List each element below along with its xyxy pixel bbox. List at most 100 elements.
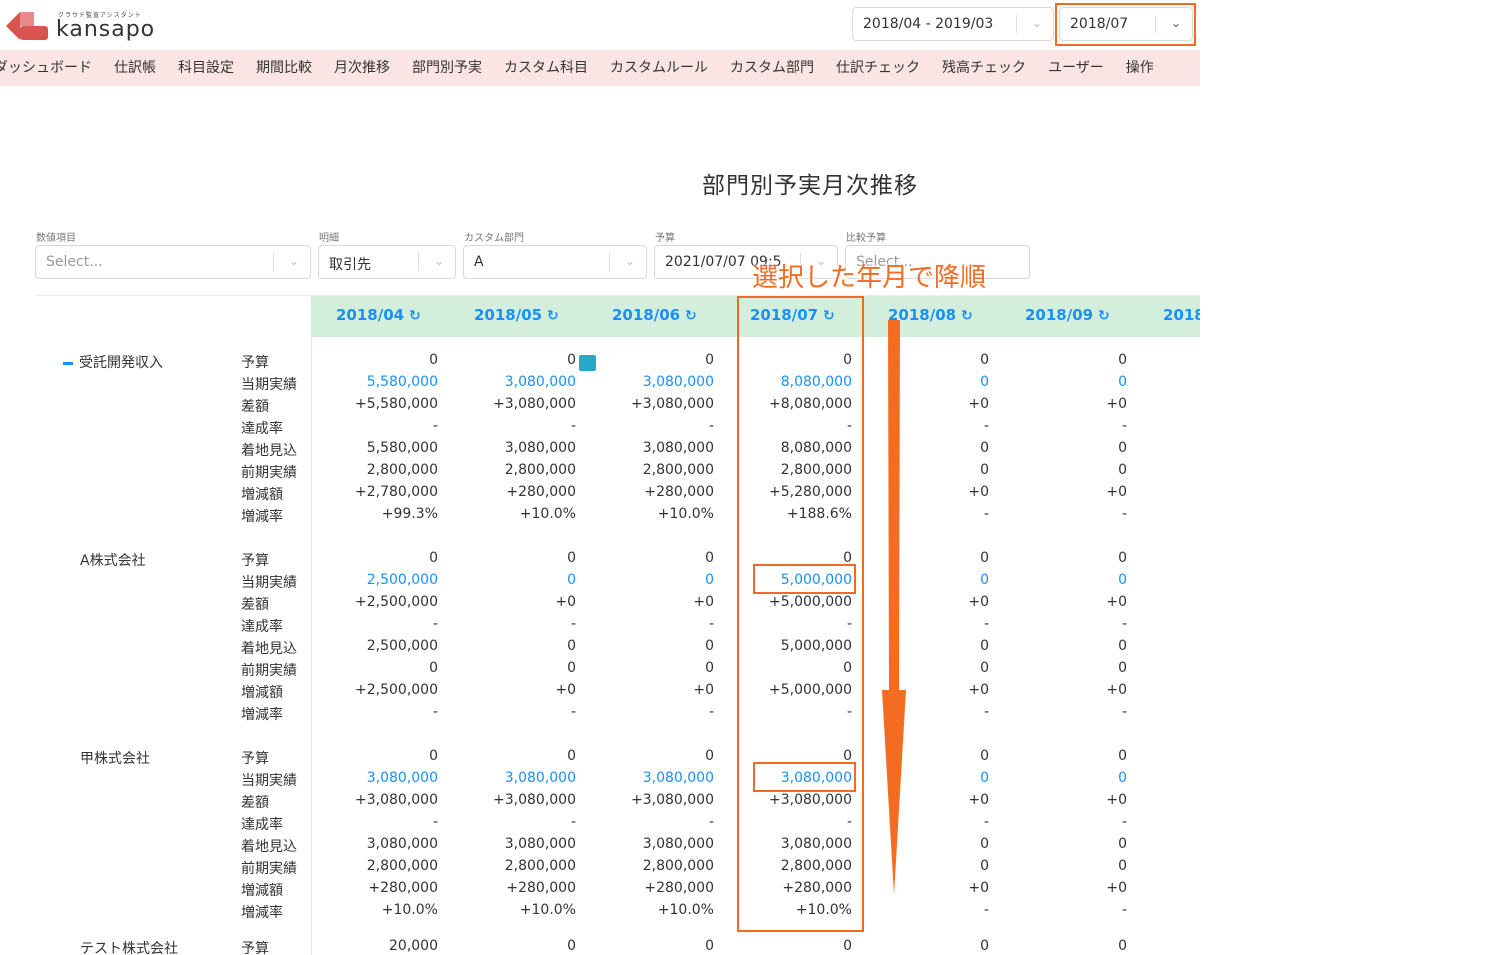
- row-label: 当期実績: [241, 376, 297, 393]
- actual-value-link[interactable]: 0: [987, 572, 1127, 588]
- nav-item[interactable]: 操作: [1126, 50, 1154, 86]
- table-cell: -: [983, 417, 989, 434]
- table-cell: -: [983, 615, 989, 632]
- table-cell: 0: [1118, 550, 1127, 566]
- period-range-select[interactable]: 2018/04 - 2019/03 ⌄: [852, 7, 1054, 41]
- refresh-icon[interactable]: ↻: [956, 308, 973, 324]
- row-label: 当期実績: [241, 772, 297, 789]
- actual-value-link[interactable]: 0: [987, 374, 1127, 390]
- refresh-icon[interactable]: ↻: [680, 308, 697, 324]
- actual-value-link[interactable]: 0: [849, 770, 989, 786]
- month-header[interactable]: 2018/05 ↻: [474, 306, 559, 324]
- table-cell: +0: [1106, 879, 1127, 896]
- table-cell: 3,080,000: [504, 439, 576, 456]
- chevron-down-icon[interactable]: ⌄: [1032, 16, 1042, 30]
- page-title: 部門別予実月次推移: [702, 173, 918, 199]
- actual-value-link[interactable]: 0: [574, 572, 714, 588]
- nav-item[interactable]: 仕訳帳: [114, 50, 156, 86]
- table-cell: -: [708, 703, 714, 720]
- detail-select[interactable]: 取引先 ⌄: [318, 245, 456, 279]
- actual-value-link[interactable]: 5,580,000: [298, 374, 438, 390]
- nav-item[interactable]: 月次推移: [334, 50, 390, 86]
- month-header[interactable]: 2018/04 ↻: [336, 306, 421, 324]
- month-header-label: 2018/04: [336, 306, 405, 324]
- row-label: 差額: [241, 398, 269, 415]
- refresh-icon[interactable]: ↻: [1093, 308, 1110, 324]
- table-cell: +2,500,000: [355, 681, 438, 698]
- refresh-icon[interactable]: ↻: [542, 308, 559, 324]
- table-cell: +3,080,000: [493, 791, 576, 808]
- nav-item[interactable]: 残高チェック: [942, 50, 1026, 86]
- group-name[interactable]: 受託開発収入: [63, 352, 163, 372]
- table-cell: -: [570, 813, 576, 830]
- month-select-highlight: [1055, 3, 1196, 46]
- filter-label-value-item: 数値項目: [36, 233, 76, 244]
- actual-value-link[interactable]: 0: [987, 770, 1127, 786]
- table-cell: +3,080,000: [631, 395, 714, 412]
- nav-item[interactable]: カスタム科目: [504, 50, 588, 86]
- nav-item[interactable]: 期間比較: [256, 50, 312, 86]
- period-range-value: 2018/04 - 2019/03: [863, 16, 994, 32]
- table-cell: +0: [693, 681, 714, 698]
- nav-item[interactable]: カスタムルール: [610, 50, 708, 86]
- nav-item[interactable]: 科目設定: [178, 50, 234, 86]
- actual-value-link[interactable]: 0: [849, 374, 989, 390]
- table-cell: +0: [1106, 791, 1127, 808]
- table-cell: -: [708, 615, 714, 632]
- table-cell: +280,000: [506, 879, 576, 896]
- table-cell: 0: [980, 637, 989, 654]
- row-label: 着地見込: [241, 838, 297, 855]
- table-cell: +3,080,000: [631, 791, 714, 808]
- table-cell: +10.0%: [519, 505, 576, 522]
- actual-value-link[interactable]: 2,500,000: [298, 572, 438, 588]
- month-header[interactable]: 2018/09 ↻: [1025, 306, 1110, 324]
- month-header[interactable]: 2018/06 ↻: [612, 306, 697, 324]
- table-cell: 0: [1118, 461, 1127, 478]
- actual-value-link[interactable]: 0: [849, 572, 989, 588]
- table-cell: 5,580,000: [366, 439, 438, 456]
- table-cell: +0: [968, 681, 989, 698]
- month-header[interactable]: 2018: [1163, 306, 1200, 324]
- custom-dept-select[interactable]: A ⌄: [463, 245, 647, 279]
- table-cell: +0: [693, 593, 714, 610]
- table-cell: 0: [705, 748, 714, 764]
- table-cell: 0: [980, 352, 989, 368]
- nav-item[interactable]: ダッシュボード: [0, 50, 92, 86]
- table-cell: 0: [429, 550, 438, 566]
- note-icon[interactable]: [579, 355, 596, 371]
- table-cell: 0: [429, 748, 438, 764]
- table-cell: 0: [1118, 835, 1127, 852]
- row-label: 達成率: [241, 618, 283, 635]
- table-cell: 0: [980, 835, 989, 852]
- table-cell: 0: [567, 550, 576, 566]
- table-cell: 0: [1118, 938, 1127, 954]
- table-cell: 0: [1118, 659, 1127, 676]
- refresh-icon[interactable]: ↻: [404, 308, 421, 324]
- actual-value-link[interactable]: 3,080,000: [436, 374, 576, 390]
- chevron-down-icon[interactable]: ⌄: [289, 254, 299, 268]
- nav-item[interactable]: ユーザー: [1048, 50, 1104, 86]
- nav-item[interactable]: 仕訳チェック: [836, 50, 920, 86]
- table-cell: +280,000: [368, 879, 438, 896]
- nav-item[interactable]: 部門別予実: [412, 50, 482, 86]
- actual-value-link[interactable]: 3,080,000: [574, 374, 714, 390]
- actual-value-link[interactable]: 3,080,000: [298, 770, 438, 786]
- selected-month-column-highlight: [737, 296, 864, 932]
- row-label: 予算: [241, 751, 269, 767]
- chevron-down-icon[interactable]: ⌄: [625, 254, 635, 268]
- row-label: 着地見込: [241, 442, 297, 459]
- table-cell: +0: [1106, 593, 1127, 610]
- group-name-label: 受託開発収入: [79, 355, 163, 371]
- chevron-down-icon[interactable]: ⌄: [434, 254, 444, 268]
- row-label: 前期実績: [241, 464, 297, 481]
- nav-item[interactable]: カスタム部門: [730, 50, 814, 86]
- table-cell: 0: [429, 659, 438, 676]
- actual-value-link[interactable]: 0: [436, 572, 576, 588]
- value-item-select[interactable]: Select... ⌄: [35, 245, 311, 279]
- actual-value-link[interactable]: 3,080,000: [436, 770, 576, 786]
- actual-value-link[interactable]: 3,080,000: [574, 770, 714, 786]
- table-cell: 0: [567, 637, 576, 654]
- month-header-label: 2018/09: [1025, 306, 1094, 324]
- filter-label-compare-budget: 比較予算: [846, 233, 886, 244]
- collapse-icon[interactable]: [63, 361, 73, 365]
